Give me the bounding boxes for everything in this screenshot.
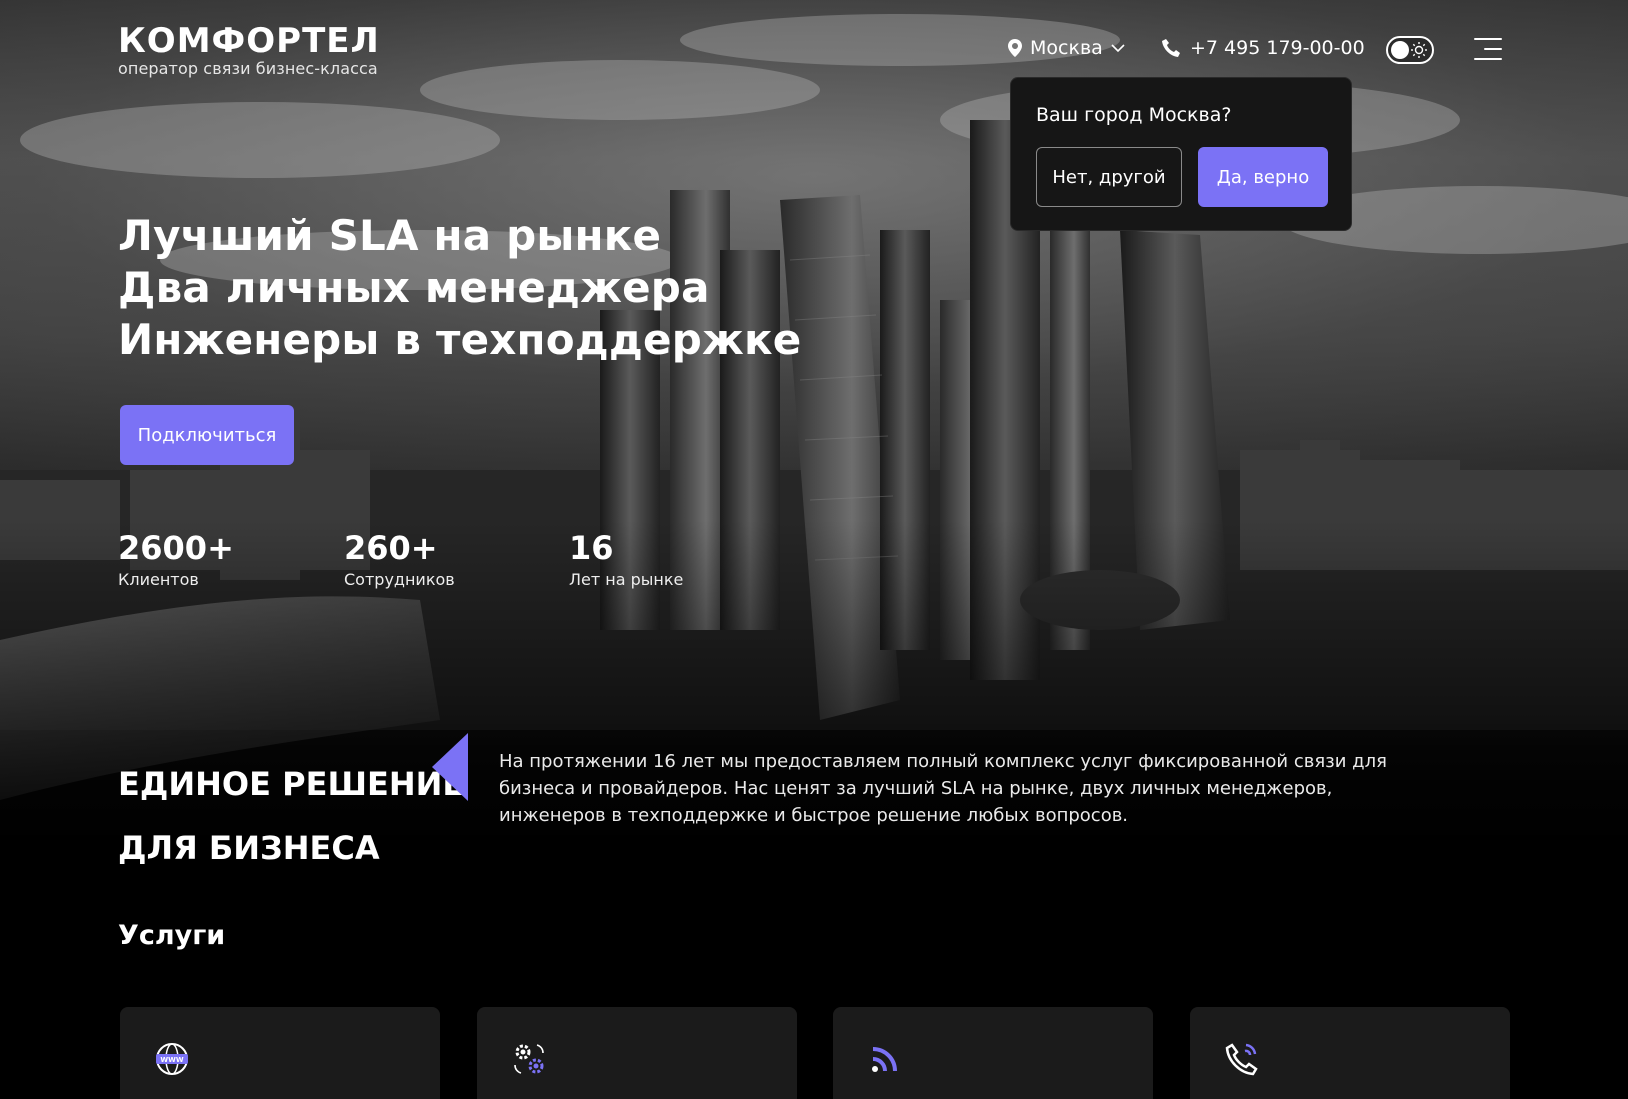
- accent-triangle-icon: [432, 733, 468, 801]
- city-no-button[interactable]: Нет, другой: [1036, 147, 1182, 207]
- rss-feed-icon: [872, 1047, 897, 1072]
- service-card-settings[interactable]: [477, 1007, 797, 1099]
- stat-clients: 2600+ Клиентов: [118, 528, 318, 589]
- hero-line: Два личных менеджера: [118, 263, 710, 312]
- services-title: Услуги: [118, 920, 226, 951]
- menu-icon[interactable]: [1474, 38, 1502, 62]
- city-yes-button[interactable]: Да, верно: [1198, 147, 1328, 207]
- phone-icon: [1162, 39, 1180, 57]
- logo-title: КОМФОРТЕЛ: [118, 21, 380, 61]
- logo-subtitle: оператор связи бизнес-класса: [118, 59, 378, 78]
- stat-years: 16 Лет на рынке: [569, 528, 769, 589]
- sun-icon: [1411, 42, 1427, 58]
- menu-line: [1474, 58, 1502, 60]
- stat-value: 260+: [344, 529, 438, 567]
- menu-line: [1484, 48, 1502, 50]
- logo[interactable]: КОМФОРТЕЛ оператор связи бизнес-класса: [118, 24, 380, 78]
- city-name: Москва: [1030, 37, 1103, 59]
- solution-description: На протяжении 16 лет мы предоставляем по…: [499, 751, 1387, 826]
- connect-button[interactable]: Подключиться: [120, 405, 294, 465]
- stat-value: 2600+: [118, 529, 234, 567]
- phone-number: +7 495 179-00-00: [1190, 37, 1365, 59]
- hero-line: Инженеры в техподдержке: [118, 315, 802, 364]
- city-question: Ваш город Москва?: [1036, 104, 1232, 126]
- service-card-telephony[interactable]: [1190, 1007, 1510, 1099]
- stat-label: Лет на рынке: [569, 570, 684, 589]
- service-card-internet[interactable]: WWW: [120, 1007, 440, 1099]
- hero-headline: Лучший SLA на рынке Два личных менеджера…: [118, 210, 801, 366]
- stat-employees: 260+ Сотрудников: [344, 528, 544, 589]
- map-pin-icon: [1008, 39, 1022, 57]
- solution-title-line: ДЛЯ БИЗНЕСА: [118, 829, 380, 867]
- stat-value: 16: [569, 529, 614, 567]
- city-confirm-popup: Ваш город Москва? Нет, другой Да, верно: [1010, 77, 1352, 231]
- city-selector[interactable]: Москва: [1008, 37, 1125, 59]
- solution-title-line: ЕДИНОЕ РЕШЕНИЕ: [118, 765, 465, 803]
- phone-link[interactable]: +7 495 179-00-00: [1162, 37, 1365, 59]
- stat-label: Клиентов: [118, 570, 199, 589]
- theme-toggle[interactable]: [1386, 36, 1434, 64]
- toggle-knob: [1391, 41, 1409, 59]
- stat-label: Сотрудников: [344, 570, 455, 589]
- menu-line: [1474, 38, 1502, 40]
- gears-icon: [514, 1044, 544, 1074]
- hero-line: Лучший SLA на рынке: [118, 211, 662, 260]
- phone-call-icon: [1225, 1043, 1258, 1076]
- svg-text:WWW: WWW: [160, 1056, 183, 1064]
- service-card-feed[interactable]: [833, 1007, 1153, 1099]
- www-globe-icon: WWW: [156, 1043, 188, 1075]
- chevron-down-icon: [1111, 44, 1125, 53]
- solution-title: ЕДИНОЕ РЕШЕНИЕ ДЛЯ БИЗНЕСА: [118, 752, 464, 880]
